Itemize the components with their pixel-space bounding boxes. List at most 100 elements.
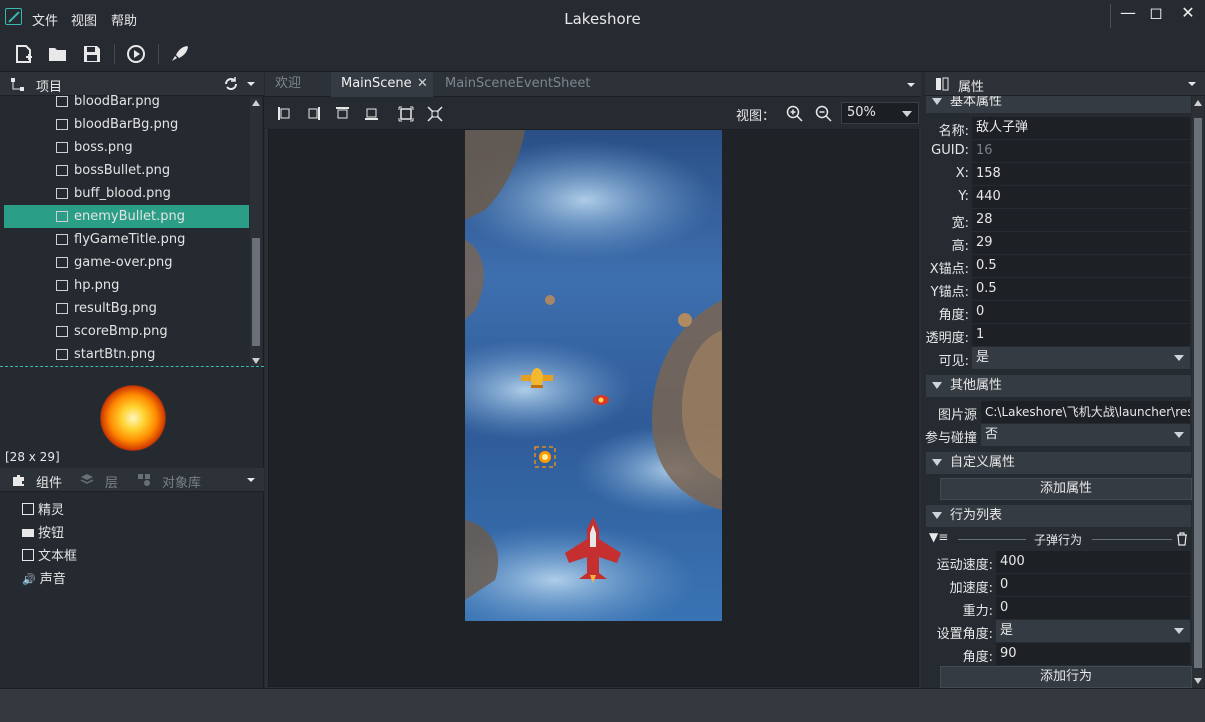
- panel-menu-chevron-icon[interactable]: [246, 80, 256, 88]
- tab-layers[interactable]: 层: [105, 472, 118, 491]
- component-sprite[interactable]: 精灵: [22, 499, 64, 518]
- align-top-icon[interactable]: [335, 106, 350, 121]
- tab-object-library[interactable]: 对象库: [162, 472, 201, 491]
- speed-field[interactable]: 400: [996, 551, 1190, 573]
- new-file-icon[interactable]: [12, 42, 36, 66]
- tab-mainscene[interactable]: MainScene ✕: [331, 72, 433, 97]
- file-item[interactable]: startBtn.png: [56, 343, 248, 366]
- component-textbox[interactable]: 文本框: [22, 545, 77, 564]
- image-file-icon: [56, 257, 68, 268]
- speaker-icon: 🔊: [22, 573, 36, 586]
- image-file-icon: [56, 165, 68, 176]
- window-title: Lakeshore: [564, 10, 641, 28]
- section-basic-properties[interactable]: 基本属性: [926, 96, 1191, 113]
- save-icon[interactable]: [80, 42, 104, 66]
- play-icon[interactable]: [124, 42, 148, 66]
- visible-select[interactable]: 是: [972, 347, 1190, 369]
- set-angle-select[interactable]: 是: [996, 620, 1190, 642]
- file-item[interactable]: buff_blood.png: [56, 182, 248, 205]
- open-folder-icon[interactable]: [46, 42, 70, 66]
- anchor-y-label: Y锚点:: [930, 285, 969, 300]
- section-behavior-list[interactable]: 行为列表: [926, 505, 1191, 527]
- close-icon[interactable]: ✕: [1170, 0, 1205, 28]
- add-property-button[interactable]: 添加属性: [940, 478, 1192, 500]
- puzzle-icon: [13, 475, 24, 486]
- x-field[interactable]: 158: [972, 163, 1190, 185]
- file-item[interactable]: boss.png: [56, 136, 248, 159]
- maximize-icon[interactable]: ◻: [1138, 0, 1174, 28]
- file-item[interactable]: hp.png: [56, 274, 248, 297]
- height-label: 高:: [951, 239, 969, 254]
- y-field[interactable]: 440: [972, 186, 1190, 208]
- chevron-down-icon: [1174, 355, 1184, 361]
- properties-scrollbar[interactable]: [1192, 96, 1204, 688]
- component-button[interactable]: 按钮: [22, 522, 64, 541]
- image-file-icon: [56, 188, 68, 199]
- anchor-y-field[interactable]: 0.5: [972, 278, 1190, 300]
- add-behavior-button[interactable]: 添加行为: [940, 666, 1192, 688]
- section-other-properties[interactable]: 其他属性: [926, 375, 1191, 397]
- publish-rocket-icon[interactable]: [168, 42, 192, 66]
- divider: [958, 539, 1026, 540]
- collision-select[interactable]: 否: [981, 424, 1190, 446]
- collapse-list-icon[interactable]: ▼≡: [929, 530, 948, 544]
- opacity-field[interactable]: 1: [972, 324, 1190, 346]
- section-custom-properties[interactable]: 自定义属性: [926, 452, 1191, 474]
- component-sound[interactable]: 🔊 声音: [22, 568, 66, 587]
- trash-icon[interactable]: [1176, 532, 1188, 546]
- fit-selection-icon[interactable]: [398, 106, 414, 122]
- zoom-out-icon[interactable]: [815, 105, 832, 122]
- behavior-header: ▼≡ 子弹行为: [926, 530, 1191, 550]
- behavior-angle-field[interactable]: 90: [996, 643, 1190, 665]
- file-item[interactable]: bloodBar.png: [56, 90, 248, 113]
- properties-icon: [936, 77, 949, 91]
- acceleration-field[interactable]: 0: [996, 574, 1190, 596]
- file-item[interactable]: bossBullet.png: [56, 159, 248, 182]
- zoom-in-icon[interactable]: [786, 105, 803, 122]
- toolbar-divider: [114, 44, 115, 64]
- scroll-up-icon[interactable]: [252, 100, 260, 106]
- image-source-field[interactable]: C:\Lakeshore\飞机大战\launcher\res: [981, 401, 1190, 423]
- properties-panel: 属性 基本属性 名称: 敌人子弹 GUID: 16 X: 158 Y: 440 …: [925, 72, 1205, 688]
- height-field[interactable]: 29: [972, 232, 1190, 254]
- layers-icon: [80, 474, 94, 484]
- panel-menu-chevron-icon[interactable]: [246, 476, 256, 484]
- anchor-x-field[interactable]: 0.5: [972, 255, 1190, 277]
- tab-welcome[interactable]: 欢迎: [265, 72, 331, 97]
- panel-menu-chevron-icon[interactable]: [1187, 80, 1197, 88]
- acceleration-label: 加速度:: [949, 581, 993, 596]
- file-item[interactable]: game-over.png: [56, 251, 248, 274]
- gravity-field[interactable]: 0: [996, 597, 1190, 619]
- align-right-icon[interactable]: [306, 106, 321, 121]
- collision-label: 参与碰撞: [925, 431, 978, 446]
- tabs-menu-chevron-icon[interactable]: [906, 81, 916, 89]
- file-item[interactable]: flyGameTitle.png: [56, 228, 248, 251]
- file-item[interactable]: resultBg.png: [56, 297, 248, 320]
- scroll-down-icon[interactable]: [252, 358, 260, 364]
- file-item-selected[interactable]: enemyBullet.png: [56, 205, 248, 228]
- align-bottom-icon[interactable]: [364, 106, 379, 121]
- divider: [1092, 539, 1172, 540]
- name-label: 名称:: [938, 124, 969, 139]
- tab-components[interactable]: 组件: [36, 472, 62, 491]
- angle-field[interactable]: 0: [972, 301, 1190, 323]
- tab-close-icon[interactable]: ✕: [417, 72, 428, 96]
- file-item[interactable]: scoreBmp.png: [56, 320, 248, 343]
- width-field[interactable]: 28: [972, 209, 1190, 231]
- scroll-thumb[interactable]: [1194, 118, 1202, 668]
- image-file-icon: [56, 326, 68, 337]
- component-panel-header: 组件 层 对象库: [0, 468, 264, 492]
- zoom-select[interactable]: 50%: [841, 102, 919, 124]
- scroll-thumb[interactable]: [252, 238, 260, 346]
- fit-screen-icon[interactable]: [427, 106, 443, 122]
- file-item[interactable]: bloodBarBg.png: [56, 113, 248, 136]
- tab-event-sheet[interactable]: MainSceneEventSheet: [435, 72, 599, 97]
- align-left-icon[interactable]: [277, 106, 292, 121]
- game-scene-image[interactable]: [465, 130, 722, 621]
- scroll-up-icon[interactable]: [1194, 100, 1202, 106]
- scene-editor: 欢迎 MainScene ✕ MainSceneEventSheet 视图： 5…: [265, 72, 921, 688]
- file-list-scrollbar[interactable]: [250, 98, 262, 366]
- name-field[interactable]: 敌人子弹: [972, 117, 1190, 139]
- scene-canvas[interactable]: [268, 129, 919, 687]
- scroll-down-icon[interactable]: [1194, 678, 1202, 684]
